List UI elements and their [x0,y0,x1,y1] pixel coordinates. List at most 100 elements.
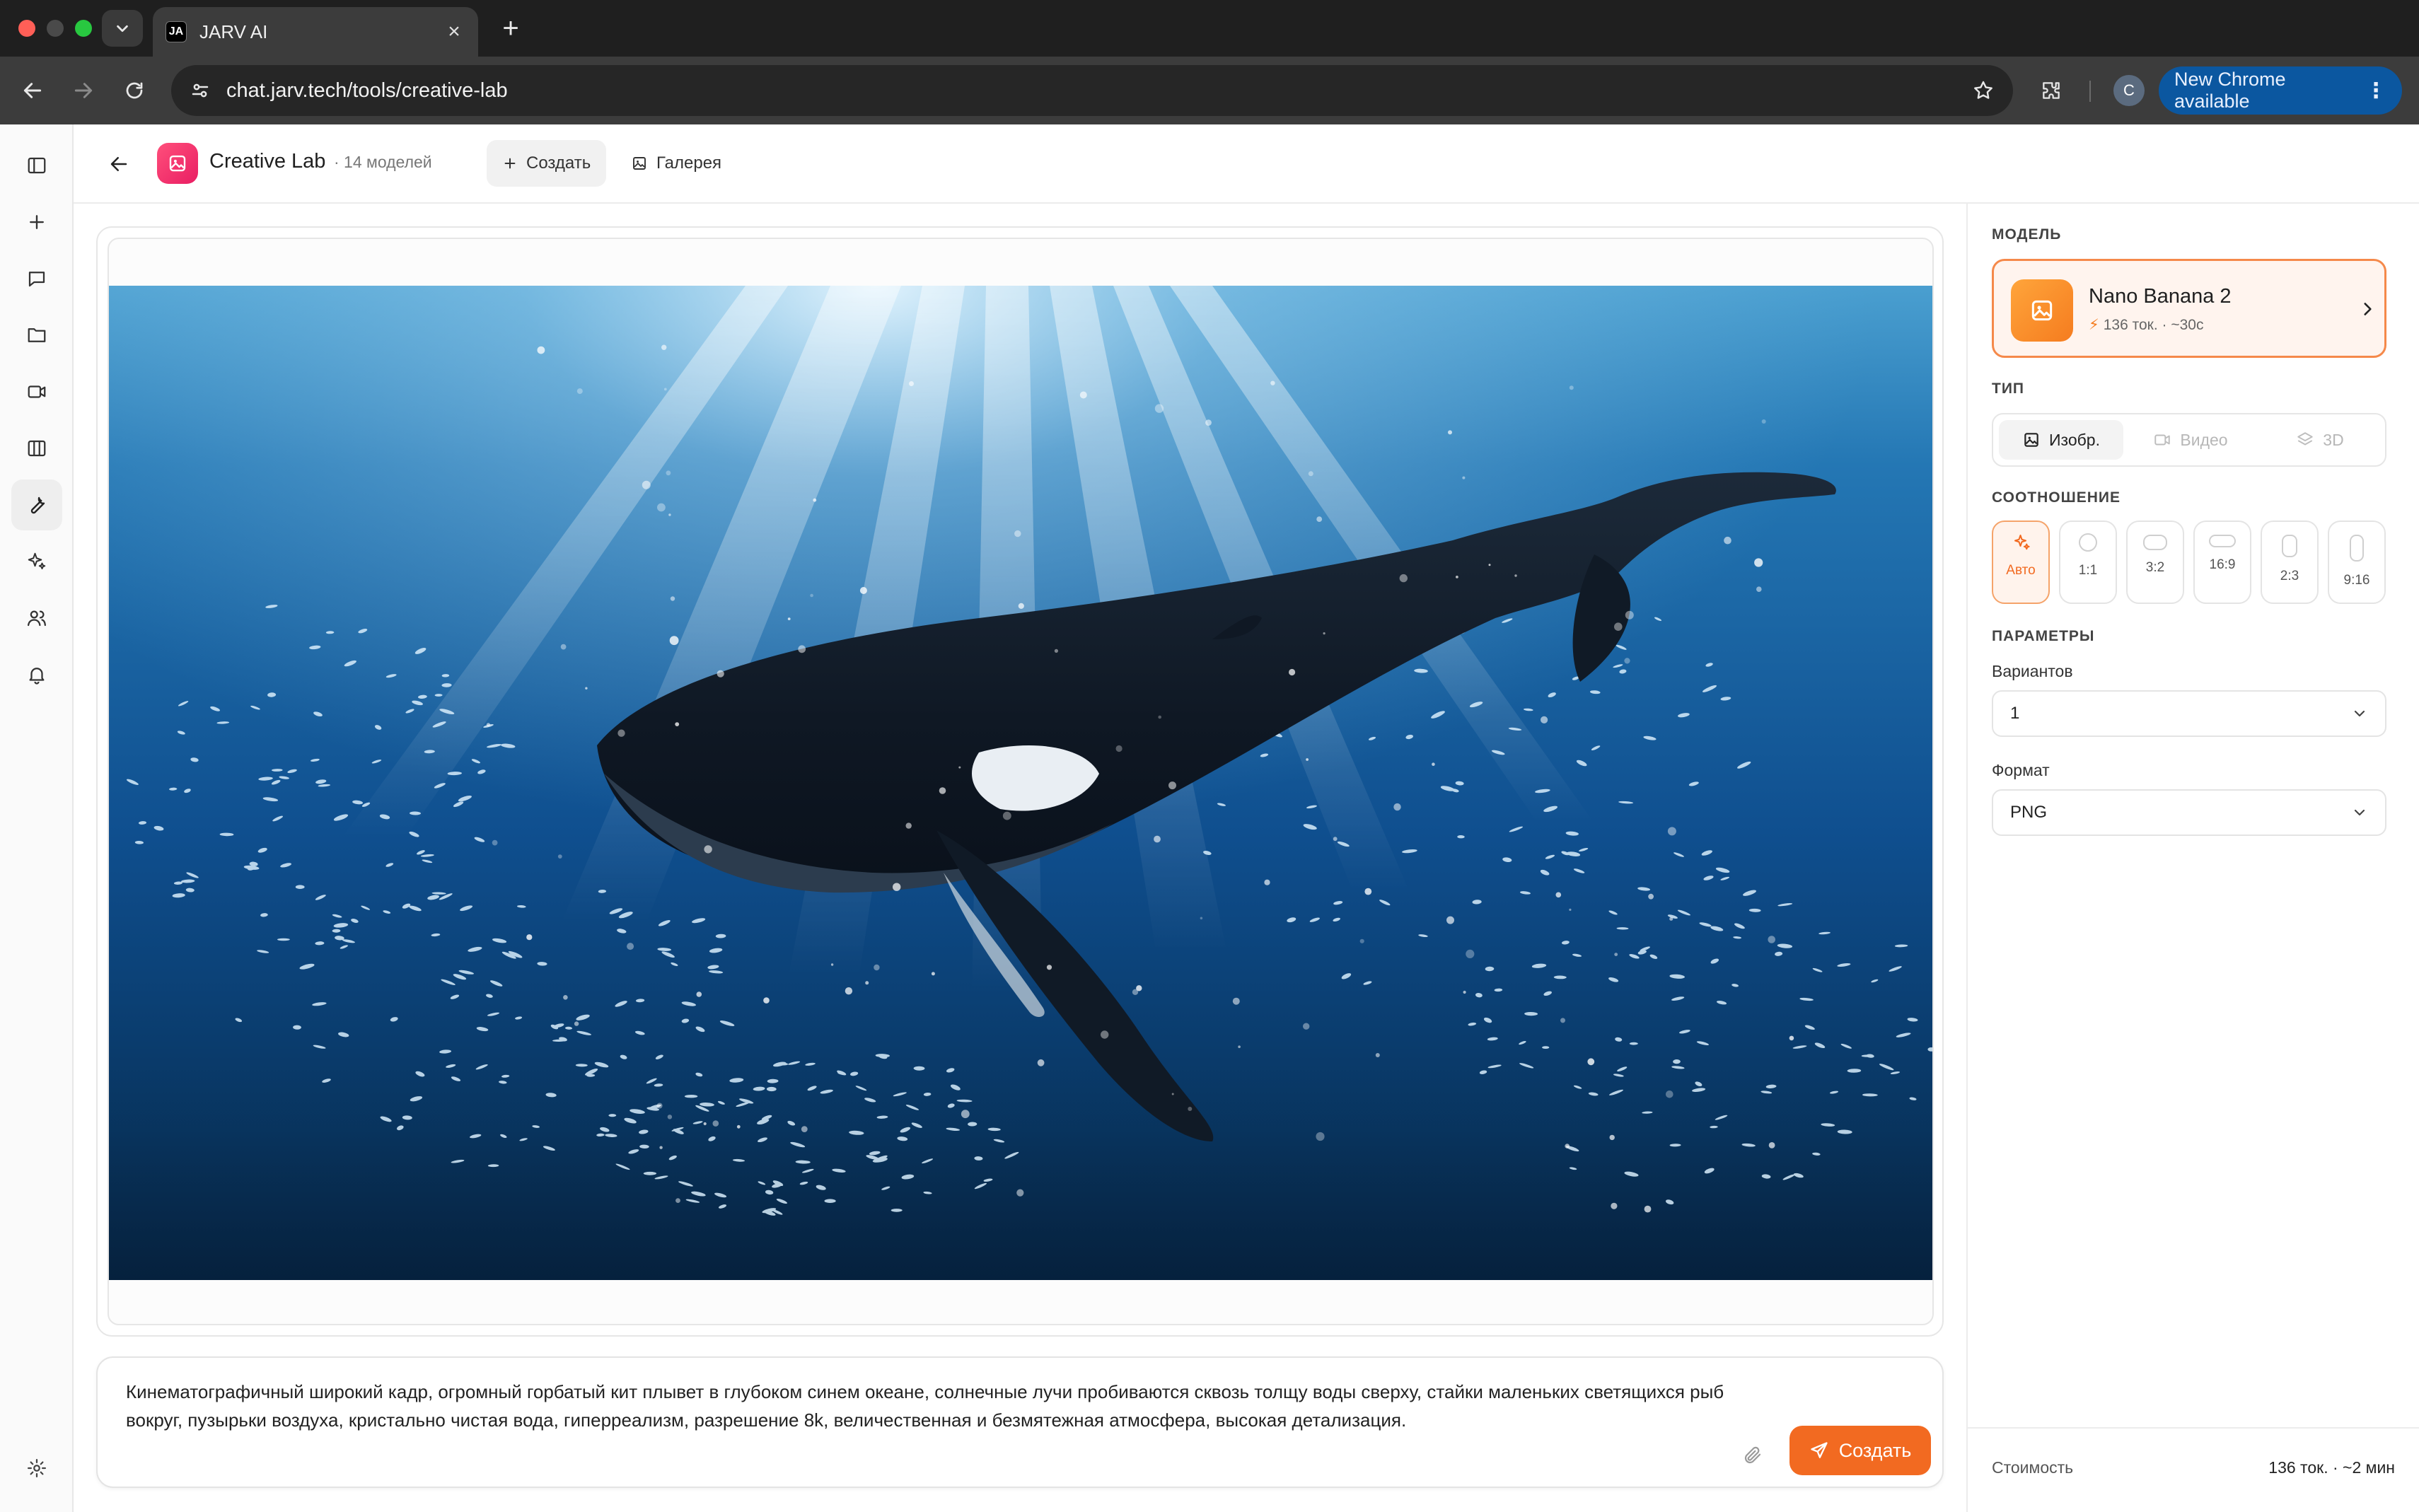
generated-image[interactable] [109,286,1934,1280]
sidebar-team-button[interactable] [11,593,62,644]
bubble-mark [656,1103,663,1109]
ratio-3-2-option[interactable]: 3:2 [2126,521,2184,604]
bubble-mark [1158,715,1161,719]
back-nav-button[interactable] [16,74,50,107]
reload-icon [126,82,143,99]
bubble-mark [574,1021,579,1026]
variants-select[interactable]: 1 [1992,690,2386,737]
bubble-mark [696,991,702,997]
new-tab-button[interactable]: + [495,13,526,44]
sidebar-settings-button[interactable] [11,1443,62,1494]
bookmark-star-icon[interactable] [1972,79,1995,102]
bubble-mark [931,972,935,976]
bubble-mark [1768,1142,1775,1148]
tab-close-icon[interactable]: × [443,20,465,44]
chevron-down-icon [2354,710,2365,717]
chrome-update-button[interactable]: New Chrome available ⋮ [2159,66,2402,115]
model-name: Nano Banana 2 [2089,285,2232,308]
ratio-auto-option[interactable]: Авто [1992,521,2050,604]
model-selector[interactable]: Nano Banana 2 ⚡ 136 ток. · ~30с [1992,259,2386,358]
bubble-mark [1303,1023,1310,1030]
columns-icon [28,440,46,457]
reload-button[interactable] [117,74,151,107]
bubble-mark [1054,649,1058,653]
arrow-left-icon [23,83,42,98]
image-icon [169,155,186,172]
bubble-mark [1333,837,1338,842]
format-value: PNG [2010,803,2048,822]
fish-mark [891,1209,903,1212]
sidebar-tools-button[interactable] [11,479,62,530]
sidebar-notifications-button[interactable] [11,649,62,700]
chevron-down-icon [2354,809,2365,816]
bubble-mark [1323,632,1325,635]
bubble-mark [736,1124,741,1129]
tab-gallery[interactable]: Галерея [615,140,737,187]
bubble-mark [717,670,724,678]
browser-tab[interactable]: JA JARV AI × [153,7,478,57]
ratio-auto-label: Авто [2006,563,2036,578]
ratio-16-9-option[interactable]: 16:9 [2193,521,2251,604]
bubble-mark [1611,1202,1618,1209]
back-button[interactable] [102,147,136,181]
create-button[interactable]: Создать [1789,1426,1931,1475]
prompt-composer[interactable]: Кинематографичный широкий кадр, огромный… [96,1356,1944,1488]
window-close-button[interactable] [18,20,35,37]
bubble-mark [1132,989,1139,995]
plus-icon [30,215,44,229]
type-image-label: Изобр. [2049,430,2100,449]
bubble-mark [1037,1059,1045,1066]
bubble-mark [1624,658,1630,664]
bubble-mark [845,987,853,995]
sidebar-new-button[interactable] [11,197,62,248]
bubble-mark [492,839,498,846]
bubble-mark [909,381,914,386]
sidebar-video-button[interactable] [11,366,62,417]
window-minimize-button[interactable] [47,20,64,37]
sidebar-chats-button[interactable] [11,253,62,304]
bubble-mark [763,997,770,1004]
profile-avatar[interactable]: C [2113,75,2145,106]
bubble-mark [642,480,651,489]
sidebar-folders-button[interactable] [11,310,62,361]
sidebar-boards-button[interactable] [11,423,62,474]
bubble-mark [657,503,666,512]
tab-create-label: Создать [526,153,591,173]
bubble-mark [576,388,583,395]
bolt-icon: ⚡ [2089,317,2099,333]
address-bar[interactable]: chat.jarv.tech/tools/creative-lab [171,65,2013,116]
bubble-mark [830,963,834,966]
bubble-mark [1016,1189,1024,1197]
tab-search-button[interactable] [102,10,143,47]
browser-tab-strip: JA JARV AI × + [0,0,2419,57]
image-icon [2011,279,2073,342]
bubble-mark [667,1115,673,1120]
type-video-option[interactable]: Видео [2128,420,2253,460]
forward-nav-button[interactable] [66,74,100,107]
sidebar-ai-button[interactable] [11,536,62,587]
type-section-label: ТИП [1992,380,2025,397]
sidebar-toggle-button[interactable] [11,140,62,191]
window-maximize-button[interactable] [75,20,92,37]
type-segmented-control: Изобр. Видео 3D [1992,413,2386,467]
browser-toolbar: chat.jarv.tech/tools/creative-lab C New … [0,57,2419,124]
ratio-2-3-option[interactable]: 2:3 [2261,521,2319,604]
ratio-3-2-label: 3:2 [2145,560,2165,575]
bubble-mark [669,636,679,646]
type-3d-option[interactable]: 3D [2258,420,2382,460]
extensions-button[interactable] [2034,74,2068,107]
more-vert-icon: ⋮ [2365,78,2386,103]
bubble-mark [1789,1035,1794,1041]
type-image-option[interactable]: Изобр. [1999,420,2123,460]
attach-button[interactable] [1737,1440,1768,1471]
sparkle-icon [28,552,46,569]
format-select[interactable]: PNG [1992,789,2386,836]
bubble-mark [486,723,491,727]
app-header: Creative Lab · 14 моделей Создать Галере… [74,124,2419,204]
model-section-label: МОДЕЛЬ [1992,226,2062,243]
bubble-mark [859,587,867,594]
prompt-input[interactable]: Кинематографичный широкий кадр, огромный… [126,1378,1767,1434]
ratio-1-1-option[interactable]: 1:1 [2059,521,2117,604]
ratio-9-16-option[interactable]: 9:16 [2328,521,2386,604]
tab-create[interactable]: Создать [487,140,607,187]
